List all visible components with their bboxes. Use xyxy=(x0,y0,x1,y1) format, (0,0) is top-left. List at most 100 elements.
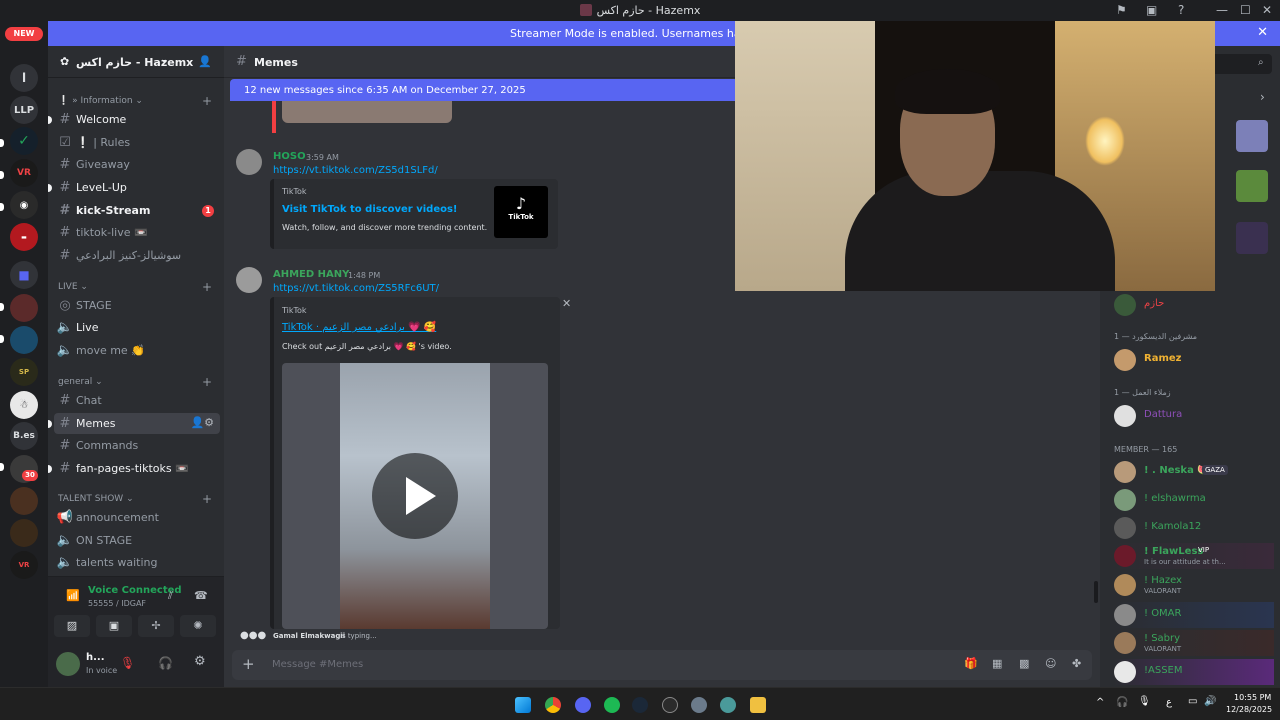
server-icon[interactable] xyxy=(10,519,38,547)
settings-icon[interactable] xyxy=(691,697,707,713)
member-item[interactable]: ! Hazex VALORANT xyxy=(1114,572,1274,598)
gear-icon[interactable]: ⚙ xyxy=(194,654,206,669)
mic-icon[interactable]: 🎙 xyxy=(1138,696,1151,707)
add-attachment-icon[interactable]: + xyxy=(242,655,255,673)
server-icon[interactable] xyxy=(10,294,38,322)
member-item[interactable]: Dattura xyxy=(1114,403,1274,429)
category-talent-show[interactable]: TALENT SHOW ⌄ + xyxy=(58,492,212,506)
apps-icon[interactable]: ✤ xyxy=(1072,657,1081,670)
channel-fan-pages[interactable]: # fan-pages-tiktoks 📼 xyxy=(48,458,220,479)
add-channel-icon[interactable]: + xyxy=(202,280,212,294)
soundboard-button[interactable]: ✺ xyxy=(180,615,216,637)
channel-talents-waiting[interactable]: 🔈 talents waiting xyxy=(54,552,220,573)
server-icon[interactable]: B.es xyxy=(10,422,38,450)
chevron-right-icon[interactable]: › xyxy=(1260,90,1265,104)
chevron-up-icon[interactable]: ^ xyxy=(1096,697,1104,708)
message-input[interactable]: Message #Memes xyxy=(272,659,363,670)
message-author[interactable]: HOSO xyxy=(273,151,306,162)
channel-announcement[interactable]: 📢 announcement xyxy=(54,507,220,528)
channel-giveaway[interactable]: # Giveaway xyxy=(54,154,220,175)
avatar[interactable] xyxy=(236,149,262,175)
server-icon[interactable]: ▬ xyxy=(10,223,38,251)
message-link[interactable]: https://vt.tiktok.com/ZS5d1SLFd/ xyxy=(273,165,438,176)
activity-thumbnail[interactable] xyxy=(1236,222,1268,254)
message-author[interactable]: AHMED HANY xyxy=(273,269,349,280)
category-general[interactable]: general ⌄ + xyxy=(58,375,212,389)
remove-embed-icon[interactable]: ✕ xyxy=(562,297,571,310)
channel-move-me[interactable]: 🔈 move me 👏 xyxy=(54,340,220,361)
minimize-button[interactable]: — xyxy=(1216,3,1228,17)
member-item[interactable]: حازم xyxy=(1114,292,1274,318)
app-icon[interactable] xyxy=(662,697,678,713)
member-item[interactable]: ! Sabry VALORANT xyxy=(1114,630,1274,656)
embed-title[interactable]: Visit TikTok to discover videos! xyxy=(282,204,457,215)
add-channel-icon[interactable]: + xyxy=(202,375,212,389)
inbox-icon[interactable]: ⚑ xyxy=(1116,3,1127,17)
activities-button[interactable]: ✢ xyxy=(138,615,174,637)
category-live[interactable]: LIVE ⌄ + xyxy=(58,280,212,294)
category-information[interactable]: ❕ » Information ⌄ + xyxy=(58,94,212,108)
gif-icon[interactable]: ▦ xyxy=(992,657,1002,670)
help-icon[interactable]: ? xyxy=(1178,3,1184,17)
channel-settings-icon[interactable]: 👤⚙ xyxy=(190,416,214,429)
channel-stage[interactable]: ◎ STAGE xyxy=(54,295,220,316)
disconnect-icon[interactable]: ☎ xyxy=(194,589,208,602)
message-link[interactable]: https://vt.tiktok.com/ZS5RFc6UT/ xyxy=(273,283,439,294)
steam-icon[interactable] xyxy=(632,697,648,713)
discord-icon[interactable] xyxy=(575,697,591,713)
network-icon[interactable]: ▭ xyxy=(1188,696,1197,707)
close-window-button[interactable]: ✕ xyxy=(1262,3,1272,17)
member-item[interactable]: ! OMAR xyxy=(1114,602,1274,628)
embed-title[interactable]: TikTok · برادعي مصر الزعيم 💗 🥰 xyxy=(282,322,436,333)
activity-thumbnail[interactable] xyxy=(1236,120,1268,152)
channel-live[interactable]: 🔈 Live xyxy=(54,317,220,338)
member-item[interactable]: ! Kamola12 xyxy=(1114,515,1274,541)
channel-levelup[interactable]: # LeveL-Up xyxy=(48,177,220,198)
channel-tiktok-live[interactable]: # tiktok-live 📼 xyxy=(54,222,220,243)
mute-icon[interactable]: 🎙 xyxy=(120,656,135,670)
scrollbar[interactable] xyxy=(1094,581,1098,603)
deafen-icon[interactable]: 🎧 xyxy=(158,656,173,670)
invite-icon[interactable]: 👤 xyxy=(198,55,212,68)
server-header[interactable]: ✿ حازم اكس - Hazemx ⌄ 👤 xyxy=(48,46,224,78)
server-icon[interactable]: ☃ xyxy=(10,391,38,419)
member-item[interactable]: ! FlawLess VIP It is our attitude at th... xyxy=(1114,543,1274,569)
emoji-icon[interactable]: ☺ xyxy=(1045,657,1056,670)
new-messages-bar[interactable]: 12 new messages since 6:35 AM on Decembe… xyxy=(230,79,738,101)
file-explorer-icon[interactable] xyxy=(750,697,766,713)
maximize-button[interactable]: ☐ xyxy=(1240,3,1251,17)
close-banner-icon[interactable]: ✕ xyxy=(1257,25,1268,40)
member-item[interactable]: Ramez xyxy=(1114,347,1274,373)
tiktok-thumbnail[interactable]: ♪ TikTok xyxy=(494,186,548,238)
channel-memes[interactable]: # Memes 👤⚙ xyxy=(48,413,220,434)
server-icon[interactable]: LLP xyxy=(10,96,38,124)
screen-share-button[interactable]: ▣ xyxy=(96,615,132,637)
server-icon[interactable]: SP xyxy=(10,358,38,386)
server-icon[interactable]: VR xyxy=(10,159,38,187)
server-icon[interactable]: ◉ xyxy=(10,191,38,219)
gift-icon[interactable]: 🎁 xyxy=(964,657,978,670)
member-item[interactable]: ! . Neska 🍉 GAZA xyxy=(1114,459,1274,485)
screen-share-icon[interactable]: ▣ xyxy=(1146,3,1157,17)
sticker-icon[interactable]: ▩ xyxy=(1019,657,1029,670)
channel-chat[interactable]: # Chat xyxy=(54,390,220,411)
chrome-icon[interactable] xyxy=(545,697,561,713)
language-indicator[interactable]: ع xyxy=(1166,697,1172,708)
server-icon[interactable]: ✓ xyxy=(10,127,38,155)
folder-icon[interactable]: ■ xyxy=(10,261,38,289)
channel-rules[interactable]: ☑ ❕ | Rules xyxy=(54,132,220,153)
start-button[interactable] xyxy=(515,697,531,713)
camera-off-button[interactable]: ▨ xyxy=(54,615,90,637)
clock-time[interactable]: 10:55 PM xyxy=(1234,693,1271,702)
member-item[interactable]: !ASSEM xyxy=(1114,659,1274,685)
server-icon[interactable]: VR xyxy=(10,551,38,579)
server-icon[interactable]: l xyxy=(10,64,38,92)
message-composer[interactable]: + Message #Memes 🎁 ▦ ▩ ☺ ✤ xyxy=(232,650,1092,680)
channel-commands[interactable]: # Commands xyxy=(54,435,220,456)
server-icon[interactable] xyxy=(10,326,38,354)
channel-on-stage[interactable]: 🔈 ON STAGE xyxy=(54,530,220,551)
server-icon[interactable] xyxy=(10,487,38,515)
avatar[interactable] xyxy=(56,652,80,676)
image-attachment[interactable] xyxy=(282,101,452,123)
channel-welcome[interactable]: # Welcome xyxy=(48,109,220,130)
